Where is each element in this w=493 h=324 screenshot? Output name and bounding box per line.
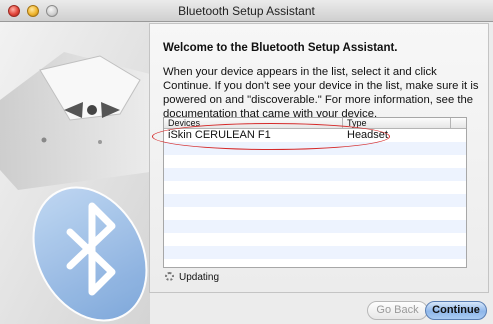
empty-row: [164, 194, 466, 207]
assistant-content: Welcome to the Bluetooth Setup Assistant…: [149, 23, 489, 293]
empty-row: [164, 181, 466, 194]
empty-row: [164, 168, 466, 181]
empty-row: [164, 207, 466, 220]
status-text: Updating: [179, 272, 220, 283]
table-header: Devices Type: [164, 118, 466, 129]
title-bar[interactable]: Bluetooth Setup Assistant: [0, 0, 493, 22]
empty-row: [164, 259, 466, 267]
instructions-text: When your device appears in the list, se…: [163, 66, 479, 120]
empty-row: [164, 220, 466, 233]
empty-row: [164, 155, 466, 168]
window-title: Bluetooth Setup Assistant: [178, 4, 315, 18]
device-type: Headset: [347, 129, 388, 141]
status-indicator: Updating: [165, 272, 219, 283]
empty-row: [164, 142, 466, 155]
spinner-icon: [165, 272, 174, 281]
table-body: iSkin CERULEAN F1 Headset: [164, 129, 466, 267]
assistant-illustration: [0, 22, 150, 324]
table-row[interactable]: iSkin CERULEAN F1 Headset: [164, 129, 466, 142]
column-divider: [450, 118, 451, 128]
go-back-button[interactable]: Go Back: [367, 301, 428, 320]
device-name: iSkin CERULEAN F1: [168, 129, 271, 141]
column-header-devices[interactable]: Devices: [168, 118, 200, 128]
column-divider: [342, 118, 343, 128]
column-header-type[interactable]: Type: [347, 118, 367, 128]
bluetooth-setup-window: Bluetooth Setup Assistant Welcome to the…: [0, 0, 493, 324]
page-title: Welcome to the Bluetooth Setup Assistant…: [163, 42, 398, 54]
devices-table[interactable]: Devices Type iSkin CERULEAN F1 Headset: [163, 117, 467, 268]
continue-button[interactable]: Continue: [425, 301, 487, 320]
empty-row: [164, 246, 466, 259]
empty-row: [164, 233, 466, 246]
